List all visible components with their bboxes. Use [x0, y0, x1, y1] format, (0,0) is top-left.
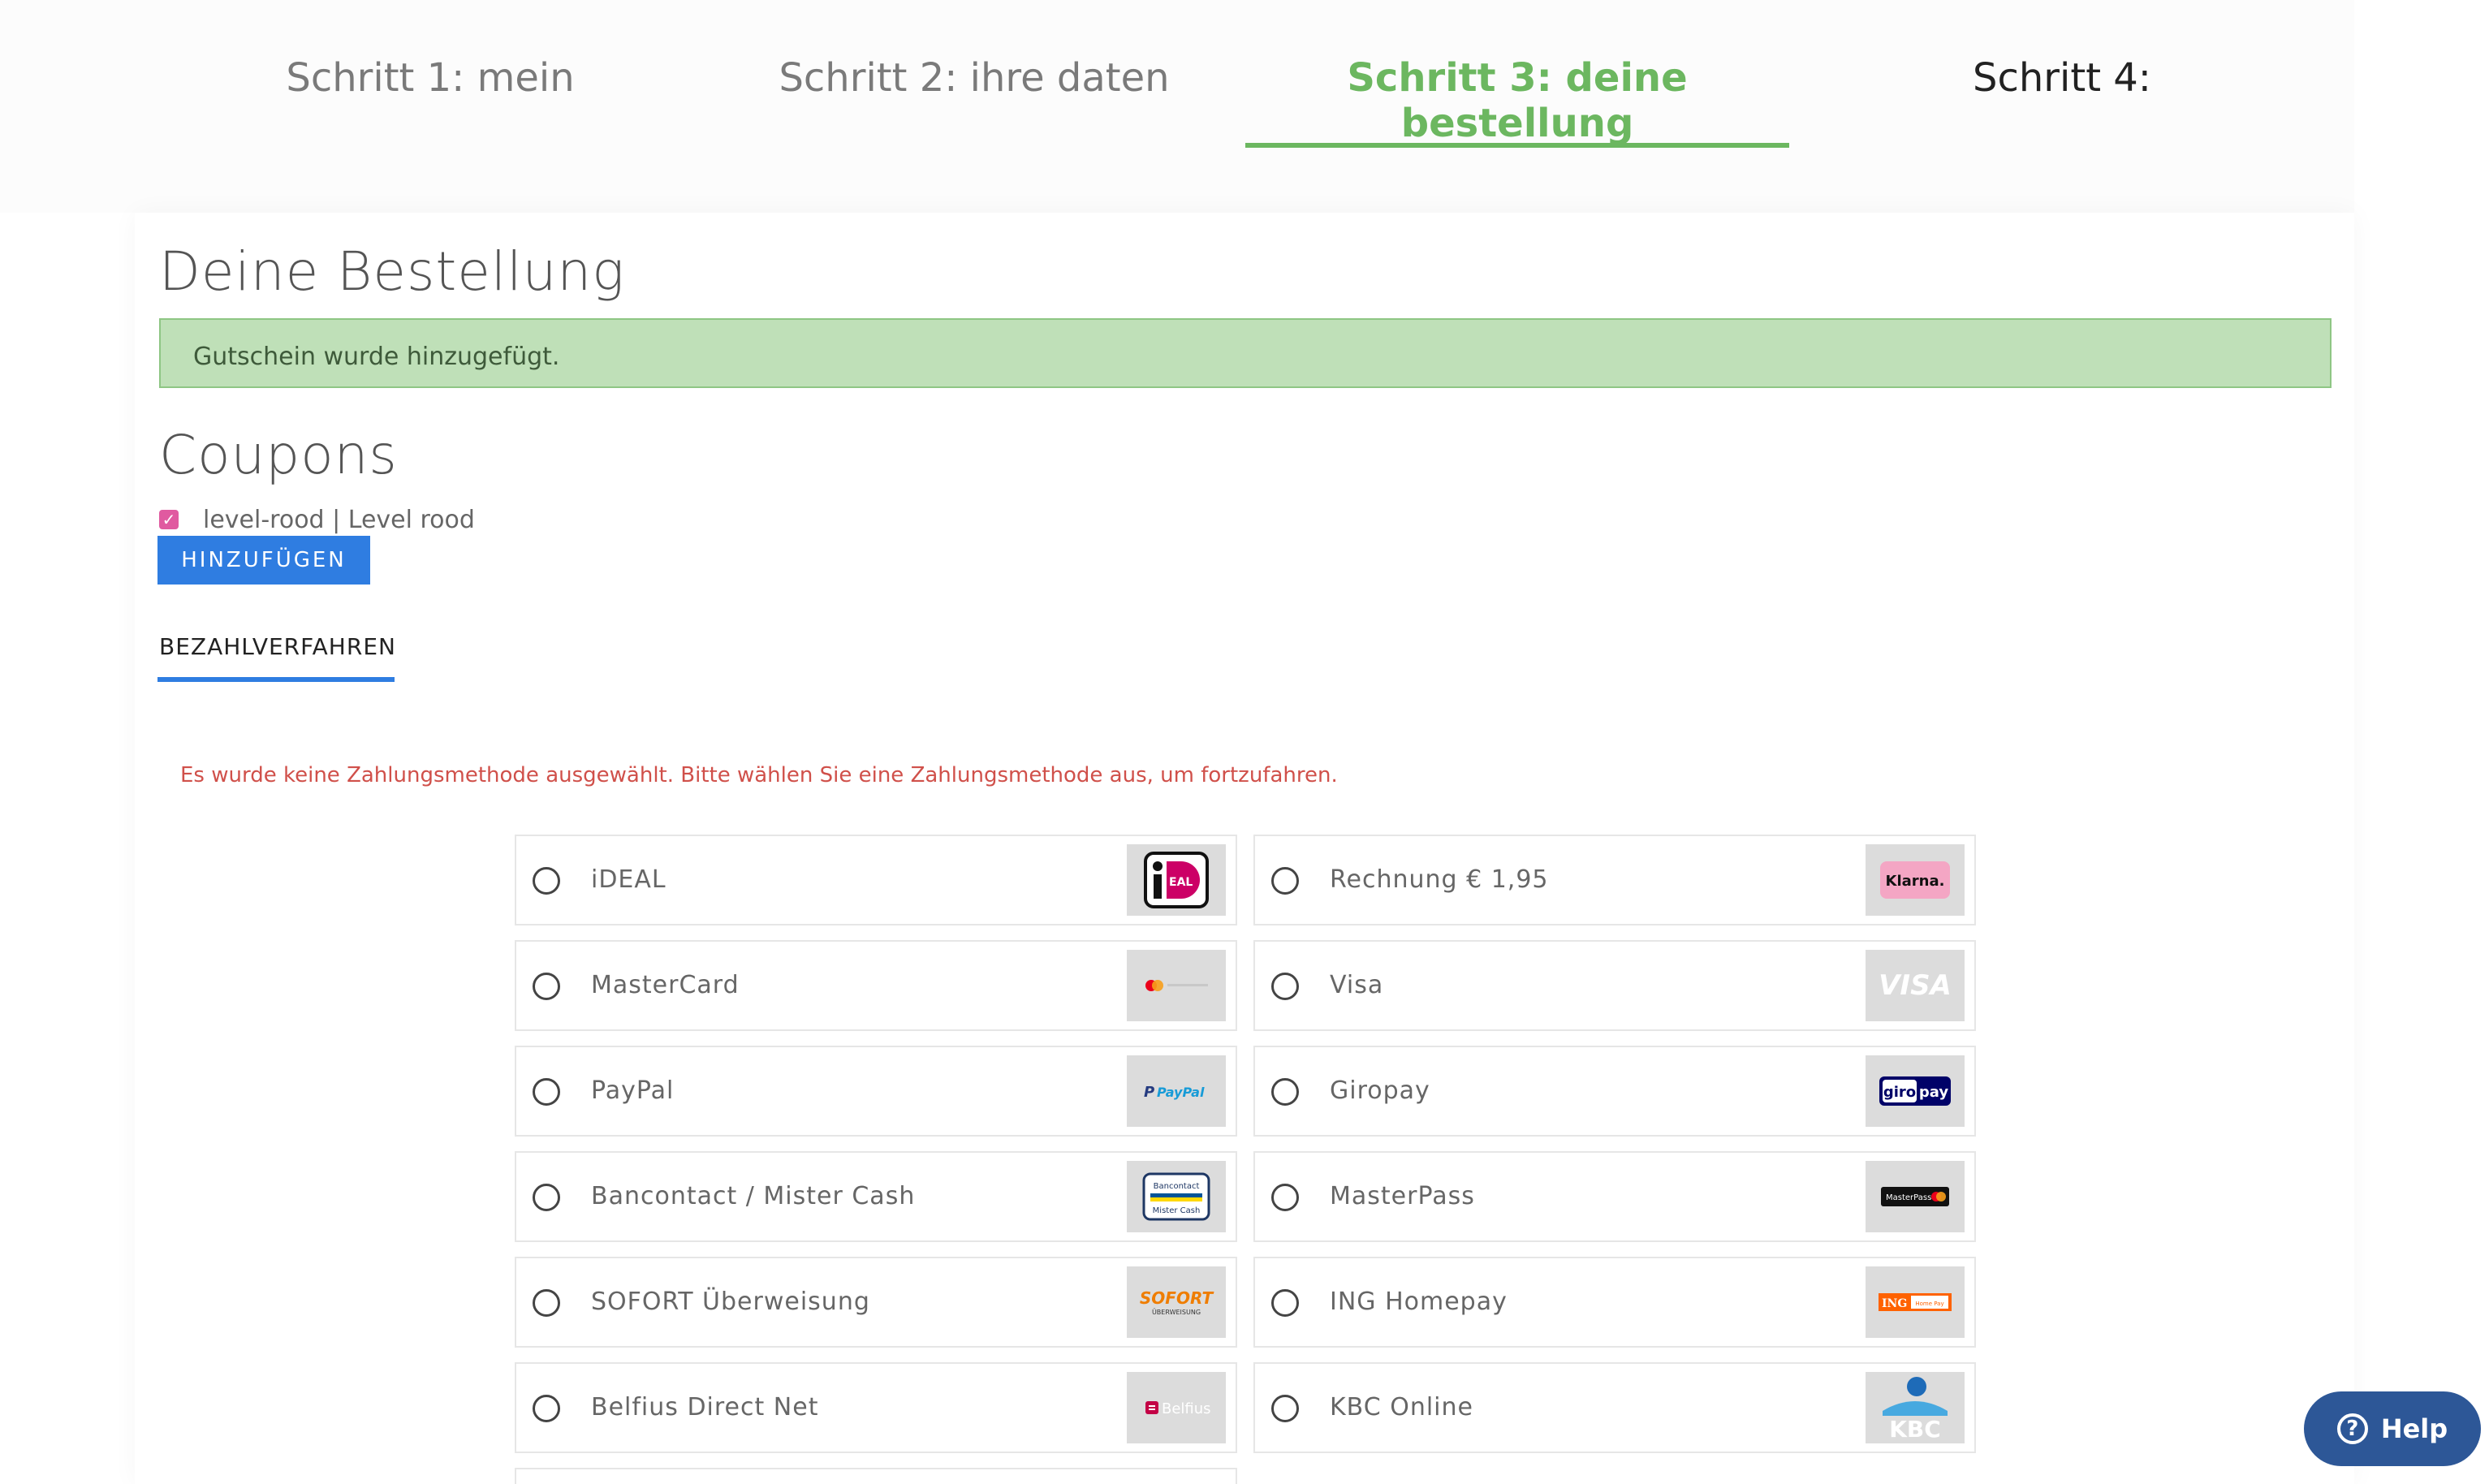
visa-logo-icon: VISA: [1866, 950, 1965, 1021]
payment-label: Visa: [1330, 971, 1384, 999]
success-alert: Gutschein wurde hinzugefügt.: [159, 318, 2332, 388]
question-icon: ?: [2336, 1413, 2368, 1444]
checkout-steps-bar: [0, 0, 2354, 213]
payment-option-visa[interactable]: Visa VISA: [1253, 940, 1976, 1031]
svg-text:Bancontact: Bancontact: [1154, 1182, 1200, 1191]
sofort-logo-icon: SOFORT ÜBERWEISUNG: [1127, 1266, 1226, 1338]
step-4[interactable]: Schritt 4:: [1835, 55, 2289, 101]
payment-option-belfius[interactable]: Belfius Direct Net Belfius: [515, 1362, 1237, 1453]
radio-button[interactable]: [1271, 1289, 1299, 1317]
payment-option-ideal[interactable]: iDEAL EAL: [515, 835, 1237, 925]
payment-label: Giropay: [1330, 1076, 1430, 1105]
radio-button[interactable]: [1271, 867, 1299, 895]
radio-button[interactable]: [1271, 1078, 1299, 1106]
content-panel: [135, 213, 2354, 1484]
radio-button[interactable]: [533, 1184, 560, 1211]
help-button[interactable]: ? Help: [2304, 1391, 2481, 1466]
radio-button[interactable]: [533, 1078, 560, 1106]
svg-text:SOFORT: SOFORT: [1140, 1288, 1214, 1308]
tab-active-indicator: [157, 677, 395, 682]
payment-label: PayPal: [591, 1076, 675, 1105]
mastercard-logo-icon: [1127, 950, 1226, 1021]
svg-text:Belfius: Belfius: [1162, 1400, 1211, 1417]
giropay-logo-icon: giro pay: [1866, 1055, 1965, 1127]
step-1[interactable]: Schritt 1: mein: [203, 55, 658, 101]
radio-button[interactable]: [1271, 973, 1299, 1000]
page-title: Deine Bestellung: [159, 240, 625, 303]
masterpass-logo-icon: MasterPass: [1866, 1161, 1965, 1232]
payment-option-partial[interactable]: [515, 1468, 1237, 1484]
radio-button[interactable]: [533, 1289, 560, 1317]
svg-text:P: P: [1144, 1084, 1154, 1101]
svg-text:PayPal: PayPal: [1157, 1085, 1205, 1100]
svg-text:EAL: EAL: [1169, 876, 1193, 889]
payment-label: SOFORT Überweisung: [591, 1288, 870, 1316]
radio-button[interactable]: [1271, 1395, 1299, 1422]
svg-text:MasterPass: MasterPass: [1886, 1193, 1931, 1202]
svg-text:giro: giro: [1883, 1084, 1916, 1101]
payment-option-masterpass[interactable]: MasterPass MasterPass: [1253, 1151, 1976, 1242]
paypal-logo-icon: P PayPal: [1127, 1055, 1226, 1127]
checkbox-checked-icon[interactable]: ✓: [159, 510, 179, 529]
active-step-indicator: [1245, 143, 1789, 148]
payment-label: MasterCard: [591, 971, 740, 999]
payment-label: KBC Online: [1330, 1393, 1473, 1421]
payment-option-kbc[interactable]: KBC Online KBC: [1253, 1362, 1976, 1453]
payment-option-paypal[interactable]: PayPal P PayPal: [515, 1046, 1237, 1137]
payment-option-ing[interactable]: ING Homepay ING Home Pay: [1253, 1257, 1976, 1348]
svg-text:ING: ING: [1882, 1297, 1907, 1310]
radio-button[interactable]: [533, 867, 560, 895]
payment-label: Rechnung € 1,95: [1330, 865, 1549, 894]
svg-text:Klarna.: Klarna.: [1886, 873, 1945, 890]
ing-logo-icon: ING Home Pay: [1866, 1266, 1965, 1338]
payment-option-sofort[interactable]: SOFORT Überweisung SOFORT ÜBERWEISUNG: [515, 1257, 1237, 1348]
bancontact-logo-icon: Bancontact Mister Cash: [1127, 1161, 1226, 1232]
klarna-logo-icon: Klarna.: [1866, 844, 1965, 916]
coupon-item[interactable]: ✓ level-rood | Level rood: [159, 505, 475, 534]
payment-label: MasterPass: [1330, 1182, 1475, 1210]
payment-label: iDEAL: [591, 865, 666, 894]
svg-text:pay: pay: [1919, 1084, 1948, 1101]
svg-text:ÜBERWEISUNG: ÜBERWEISUNG: [1152, 1308, 1201, 1316]
ideal-logo-icon: EAL: [1127, 844, 1226, 916]
help-label: Help: [2380, 1413, 2448, 1444]
svg-text:Mister Cash: Mister Cash: [1153, 1206, 1201, 1215]
kbc-logo-icon: KBC: [1866, 1372, 1965, 1443]
step-3-active[interactable]: Schritt 3: deine bestellung: [1245, 55, 1789, 146]
radio-button[interactable]: [533, 973, 560, 1000]
radio-button[interactable]: [1271, 1184, 1299, 1211]
tab-payment-methods[interactable]: BEZAHLVERFAHREN: [159, 633, 396, 660]
payment-label: Bancontact / Mister Cash: [591, 1182, 916, 1210]
step-2[interactable]: Schritt 2: ihre daten: [747, 55, 1201, 101]
payment-option-mastercard[interactable]: MasterCard: [515, 940, 1237, 1031]
belfius-logo-icon: Belfius: [1127, 1372, 1226, 1443]
svg-text:VISA: VISA: [1879, 969, 1952, 1002]
radio-button[interactable]: [533, 1395, 560, 1422]
add-coupon-button[interactable]: HINZUFÜGEN: [157, 536, 370, 585]
payment-option-bancontact[interactable]: Bancontact / Mister Cash Bancontact Mist…: [515, 1151, 1237, 1242]
svg-text:KBC: KBC: [1889, 1416, 1941, 1440]
svg-text:Home Pay: Home Pay: [1915, 1301, 1943, 1307]
payment-label: ING Homepay: [1330, 1288, 1508, 1316]
payment-option-rechnung[interactable]: Rechnung € 1,95 Klarna.: [1253, 835, 1976, 925]
payment-error-message: Es wurde keine Zahlungsmethode ausgewähl…: [180, 763, 1338, 787]
payment-label: Belfius Direct Net: [591, 1393, 819, 1421]
payment-option-giropay[interactable]: Giropay giro pay: [1253, 1046, 1976, 1137]
coupon-label: level-rood | Level rood: [203, 505, 475, 534]
coupons-title: Coupons: [159, 424, 398, 486]
